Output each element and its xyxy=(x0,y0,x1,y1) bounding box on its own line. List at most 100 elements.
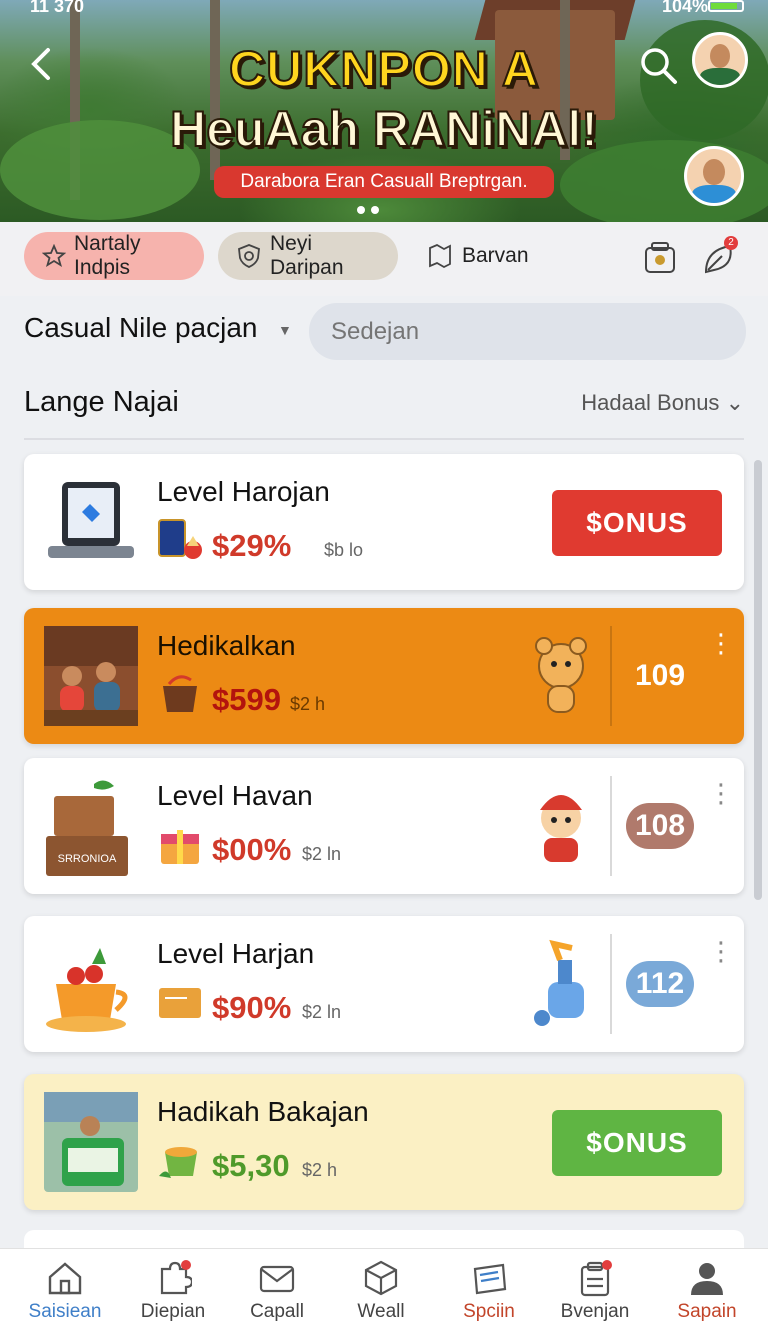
offer-unit: $2 h xyxy=(290,694,326,714)
search-icon xyxy=(641,48,677,84)
clipboard-icon xyxy=(580,1260,612,1297)
nav-label: Diepian xyxy=(140,1301,206,1322)
chip-neyi-daripan[interactable]: Neyi Daripan xyxy=(218,232,398,280)
tea-cup-icon xyxy=(159,1147,197,1178)
offer-title: Hedikalkan xyxy=(157,630,296,661)
scrollbar[interactable] xyxy=(754,460,762,900)
offer-card[interactable]: SRRONIOA Level Havan $00% $2 ln 108 ⋮ xyxy=(24,758,744,894)
nav-item-bvenjan[interactable]: Bvenjan xyxy=(540,1259,650,1323)
offer-card[interactable]: Level Harjan $90% $2 ln 112 ⋮ xyxy=(24,916,744,1052)
voucher-icon xyxy=(159,988,201,1018)
hero-title-line2: HeuAah RANiNAl! xyxy=(169,100,599,158)
puzzle-icon xyxy=(160,1260,192,1295)
gift-icon xyxy=(161,830,199,864)
bottom-navigation: Saisiean Diepian Capall Weall Spciin Bve… xyxy=(0,1248,768,1344)
nav-label: Saisiean xyxy=(28,1301,102,1322)
avatar-face xyxy=(703,158,725,185)
offer-title: Level Harojan xyxy=(157,476,330,507)
carousel-dot[interactable] xyxy=(371,206,379,214)
offer-title: Level Havan xyxy=(157,780,313,811)
nav-label: Weall xyxy=(357,1301,405,1322)
category-title[interactable]: Casual Nile pacjan xyxy=(24,312,257,344)
chip-label: Nartaly Indpis xyxy=(74,232,141,279)
search-input-wrapper[interactable] xyxy=(309,303,746,360)
offer-card[interactable]: Hedikalkan $599 $2 h 109 ⋮ xyxy=(24,608,744,744)
ticket-icon xyxy=(473,1263,507,1295)
more-options-icon[interactable]: ⋮ xyxy=(708,938,734,980)
card-separator xyxy=(610,934,612,1034)
bonus-button[interactable]: $ONUS xyxy=(552,1110,722,1176)
offer-unit: $2 ln xyxy=(302,1002,342,1022)
carousel-dot[interactable] xyxy=(357,206,365,214)
chip-label: Barvan xyxy=(462,244,529,267)
nav-item-spciin[interactable]: Spciin xyxy=(434,1259,544,1323)
bonus-button[interactable]: $ONUS xyxy=(552,490,722,556)
search-button[interactable] xyxy=(637,44,679,86)
carousel-dots[interactable] xyxy=(357,206,379,214)
gift-box-icon xyxy=(645,242,675,273)
gift-box-button[interactable] xyxy=(640,238,680,278)
crate-label: SRRONIOA xyxy=(58,853,117,865)
hero-tagline: Darabora Eran Casuall Breptrgan. xyxy=(214,166,554,198)
nav-label: Bvenjan xyxy=(560,1301,630,1322)
offer-unit: $2 ln xyxy=(302,844,342,864)
people-photo-thumbnail xyxy=(44,626,138,726)
offer-title: Level Harjan xyxy=(157,938,315,969)
score-badge: 109 xyxy=(634,659,686,692)
score-badge: 112 xyxy=(626,961,694,1007)
bear-mascot-icon xyxy=(535,637,587,713)
sort-label: Hadaal Bonus xyxy=(581,390,720,415)
star-icon xyxy=(42,244,66,267)
friend-avatar[interactable] xyxy=(684,146,744,206)
card-separator xyxy=(610,776,612,876)
nav-item-sapain[interactable]: Sapain xyxy=(652,1259,762,1323)
nav-item-weall[interactable]: Weall xyxy=(326,1259,436,1323)
fruit-cup-icon xyxy=(46,948,128,1032)
nav-label: Spciin xyxy=(463,1301,515,1322)
score-badge: 108 xyxy=(626,803,694,849)
mail-heart-icon xyxy=(259,1265,295,1293)
nav-label: Capall xyxy=(250,1301,304,1322)
offer-price: $29% xyxy=(212,528,292,563)
spray-bottle-icon xyxy=(534,939,584,1026)
chip-label: Neyi Daripan xyxy=(270,232,344,279)
more-options-icon[interactable]: ⋮ xyxy=(708,780,734,822)
status-time: 11 370 xyxy=(30,0,85,16)
chat-button[interactable]: 2 xyxy=(700,236,740,278)
map-icon xyxy=(429,243,451,269)
nav-item-diepian[interactable]: Diepian xyxy=(118,1259,228,1323)
user-avatar[interactable] xyxy=(692,32,748,88)
section-divider xyxy=(24,438,744,440)
coffee-pot-prize-icon xyxy=(163,675,197,712)
offer-price: $5,30 xyxy=(212,1148,290,1183)
sort-dropdown[interactable]: Hadaal Bonus ⌄ xyxy=(581,390,744,416)
offer-card[interactable]: Level Harojan $29% $b lo $ONUS xyxy=(24,454,744,590)
card-separator xyxy=(610,626,612,726)
laptop-icon xyxy=(48,482,134,558)
offer-price: $90% xyxy=(212,990,292,1025)
offer-unit: $b lo xyxy=(324,540,364,560)
avatar-face xyxy=(710,44,730,68)
nav-label: Sapain xyxy=(677,1301,737,1322)
hero-banner[interactable]: 11 370 104% CUKNPON A HeuAah RANiNAl! Da… xyxy=(0,0,768,222)
offer-title: Hadikah Bakajan xyxy=(157,1096,369,1127)
status-bar: 11 370 104% xyxy=(0,0,768,18)
battery-icon xyxy=(708,0,744,12)
search-input[interactable] xyxy=(331,303,746,360)
home-icon xyxy=(48,1262,82,1295)
notification-badge: 2 xyxy=(724,236,738,250)
nav-item-home[interactable]: Saisiean xyxy=(10,1259,120,1323)
category-dropdown-caret[interactable]: ▼ xyxy=(278,322,292,338)
red-chef-mascot-icon xyxy=(540,795,582,862)
filter-chips-row: Nartaly Indpis Neyi Daripan Barvan 2 xyxy=(0,222,768,296)
tablet-prize-icon xyxy=(158,519,202,559)
more-options-icon[interactable]: ⋮ xyxy=(708,630,734,672)
nav-item-capall[interactable]: Capall xyxy=(222,1259,332,1323)
profile-icon xyxy=(691,1263,723,1295)
section-title: Lange Najai xyxy=(24,386,179,418)
chip-nartaly-indpis[interactable]: Nartaly Indpis xyxy=(24,232,204,280)
cube-icon xyxy=(364,1260,398,1296)
offer-card[interactable]: Hadikah Bakajan $5,30 $2 h $ONUS xyxy=(24,1074,744,1210)
offer-unit: $2 h xyxy=(302,1160,338,1180)
chip-barvan[interactable]: Barvan xyxy=(408,232,538,280)
